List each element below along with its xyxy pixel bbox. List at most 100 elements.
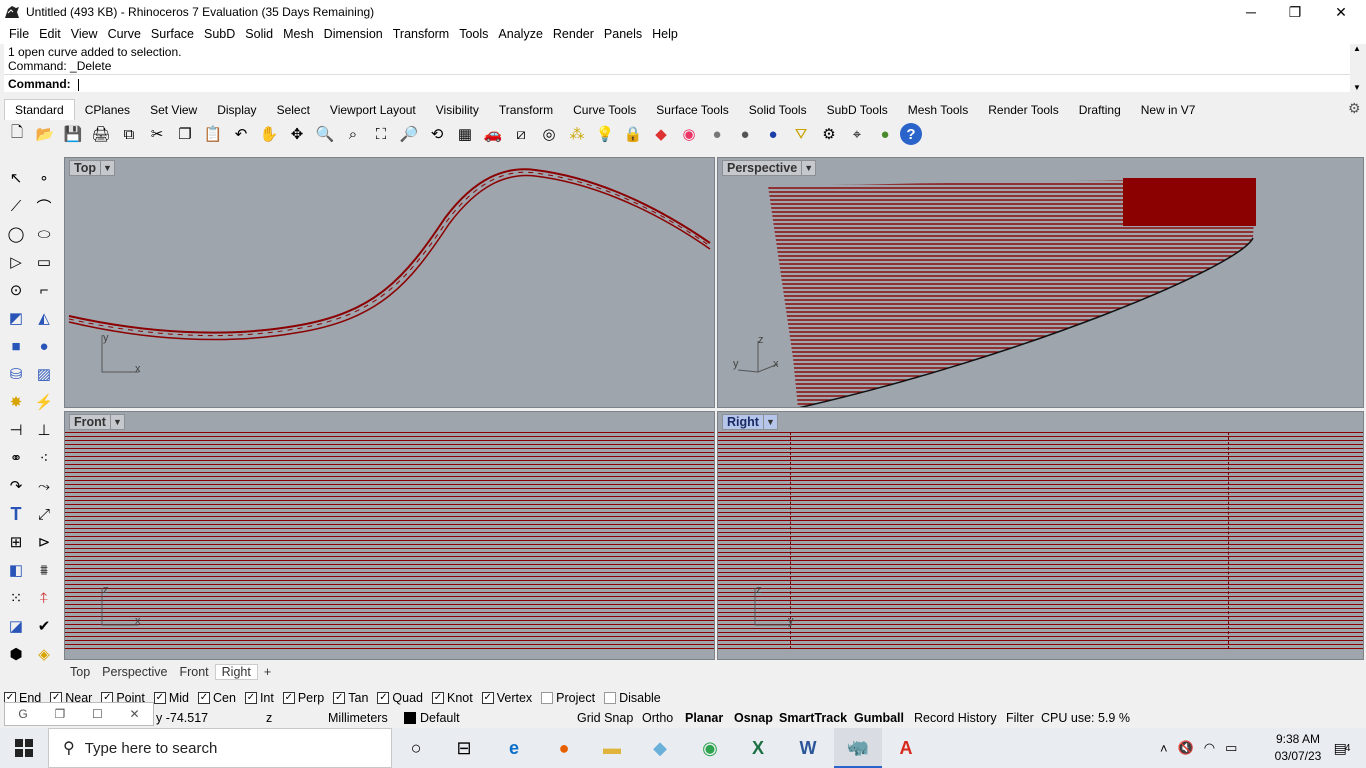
viewport-front[interactable]: Front ▼ z x [64,411,715,660]
notification-center[interactable]: ▤ 4 [1318,728,1366,768]
paint-icon[interactable]: ◈ [30,640,58,668]
osnap-knot[interactable]: ✓Knot [432,691,473,705]
mini-close-icon[interactable]: ✕ [130,707,140,721]
color-wheel-icon[interactable]: ◉ [676,121,702,147]
osnap-quad[interactable]: ✓Quad [377,691,423,705]
task-view-icon[interactable]: ⊟ [440,728,488,768]
checkbox-checked-icon[interactable]: ✓ [154,692,166,704]
viewport-tab-right[interactable]: Right [215,664,258,680]
new-icon[interactable]: 🗋 [4,121,30,147]
unroll-icon[interactable]: ◪ [2,612,30,640]
checkbox-checked-icon[interactable]: ✓ [198,692,210,704]
osnap-tan[interactable]: ✓Tan [333,691,368,705]
checkbox-checked-icon[interactable]: ✓ [432,692,444,704]
cylinder-icon[interactable]: ⛁ [2,360,30,388]
units-label[interactable]: Millimeters [328,710,388,726]
import-icon[interactable]: ⧉ [116,121,142,147]
menu-view[interactable]: View [66,27,103,41]
ungroup-icon[interactable]: ⁖ [30,444,58,472]
viewport-tab-top[interactable]: Top [64,665,96,679]
mesh-icon[interactable]: ▨ [30,360,58,388]
ellipse-icon[interactable]: ⬭ [30,220,58,248]
tab-render-tools[interactable]: Render Tools [978,100,1069,120]
osnap-mid[interactable]: ✓Mid [154,691,189,705]
checkbox-checked-icon[interactable]: ✓ [333,692,345,704]
checkbox-unchecked-icon[interactable] [604,692,616,704]
lock-icon[interactable]: 🔒 [620,121,646,147]
render-sphere-icon[interactable]: ● [732,121,758,147]
pan-icon[interactable]: ✋ [256,121,282,147]
dimension-icon[interactable]: ⤢ [30,500,58,528]
tab-curve-tools[interactable]: Curve Tools [563,100,646,120]
explode-icon[interactable]: ⚡ [30,388,58,416]
viewport-tab-perspective[interactable]: Perspective [96,665,173,679]
viewport-menu-arrow-icon[interactable]: ▼ [100,161,114,175]
grid-array-icon[interactable]: ⁙ [2,584,30,612]
zoom-extents-icon[interactable]: ⛶ [368,121,394,147]
align-icon[interactable]: ⍏ [30,584,58,612]
four-view-icon[interactable]: ▦ [452,121,478,147]
polyline-icon[interactable]: ⟋ [2,192,30,220]
cortana-icon[interactable]: ○ [392,728,440,768]
help-icon[interactable]: ? [900,123,922,145]
cplane-icon[interactable]: ⧄ [508,121,534,147]
battery-icon[interactable]: ▭ [1225,740,1237,756]
checkbox-checked-icon[interactable]: ✓ [245,692,257,704]
planar-toggle[interactable]: Planar [685,710,723,726]
tab-drafting[interactable]: Drafting [1069,100,1131,120]
tab-solid-tools[interactable]: Solid Tools [739,100,817,120]
command-input[interactable] [78,79,79,91]
edge-icon[interactable]: e [490,728,538,768]
menu-analyze[interactable]: Analyze [493,27,547,41]
osnap-toggle[interactable]: Osnap [734,710,773,726]
wifi-icon[interactable]: ◠ [1204,740,1215,756]
check-icon[interactable]: ✔ [30,612,58,640]
menu-transform[interactable]: Transform [388,27,455,41]
menu-solid[interactable]: Solid [240,27,278,41]
filter-icon[interactable]: ⛛ [788,121,814,147]
osnap-perp[interactable]: ✓Perp [283,691,324,705]
revolve-icon[interactable]: ⤳ [30,472,58,500]
osnap-disable[interactable]: Disable [604,691,661,705]
acrobat-icon[interactable]: A [882,728,930,768]
menu-dimension[interactable]: Dimension [319,27,388,41]
chrome-icon[interactable]: ◉ [686,728,734,768]
fillet-curve-icon[interactable]: ⌐ [30,276,58,304]
zoom-icon[interactable]: 🔍 [312,121,338,147]
viewport-menu-arrow-icon[interactable]: ▼ [763,415,777,429]
menu-panels[interactable]: Panels [599,27,647,41]
options-icon[interactable]: ⚙ [816,121,842,147]
tab-mesh-tools[interactable]: Mesh Tools [898,100,978,120]
menu-render[interactable]: Render [548,27,599,41]
material-ball-icon[interactable]: ● [704,121,730,147]
zoom-selected-icon[interactable]: 🔎 [396,121,422,147]
viewport-label-front[interactable]: Front ▼ [69,414,125,430]
menu-file[interactable]: File [4,27,34,41]
minimize-button[interactable]: ─ [1228,0,1274,24]
tab-subd-tools[interactable]: SubD Tools [817,100,898,120]
layer-color-swatch[interactable] [404,712,416,724]
tab-standard[interactable]: Standard [4,99,75,120]
osnap-int[interactable]: ✓Int [245,691,274,705]
sphere-icon[interactable]: ● [30,332,58,360]
tab-display[interactable]: Display [207,100,266,120]
paste-icon[interactable]: 📋 [200,121,226,147]
excel-icon[interactable]: X [734,728,782,768]
surface-edit-icon[interactable]: ◭ [30,304,58,332]
tab-new-in-v7[interactable]: New in V7 [1131,100,1206,120]
text-icon[interactable]: T [2,500,30,528]
undo-icon[interactable]: ↶ [228,121,254,147]
floating-mini-window[interactable]: G ❐ ☐ ✕ [4,702,154,726]
rotate-view-icon[interactable]: ⟲ [424,121,450,147]
chevron-up-icon[interactable]: ˄ [1160,741,1168,756]
viewport-tab-front[interactable]: Front [173,665,214,679]
record-history-toggle[interactable]: Record History [914,710,997,726]
scroll-down-icon[interactable]: ▼ [1353,83,1361,92]
taskbar-search-box[interactable]: ⚲ Type here to search [48,728,392,768]
viewport-menu-arrow-icon[interactable]: ▼ [110,415,124,429]
viewport-label-right[interactable]: Right ▼ [722,414,778,430]
points-icon[interactable]: ⁂ [564,121,590,147]
smarttrack-toggle[interactable]: SmartTrack [779,710,847,726]
menu-subd[interactable]: SubD [199,27,240,41]
command-scrollbar[interactable]: ▲ ▼ [1350,44,1364,92]
